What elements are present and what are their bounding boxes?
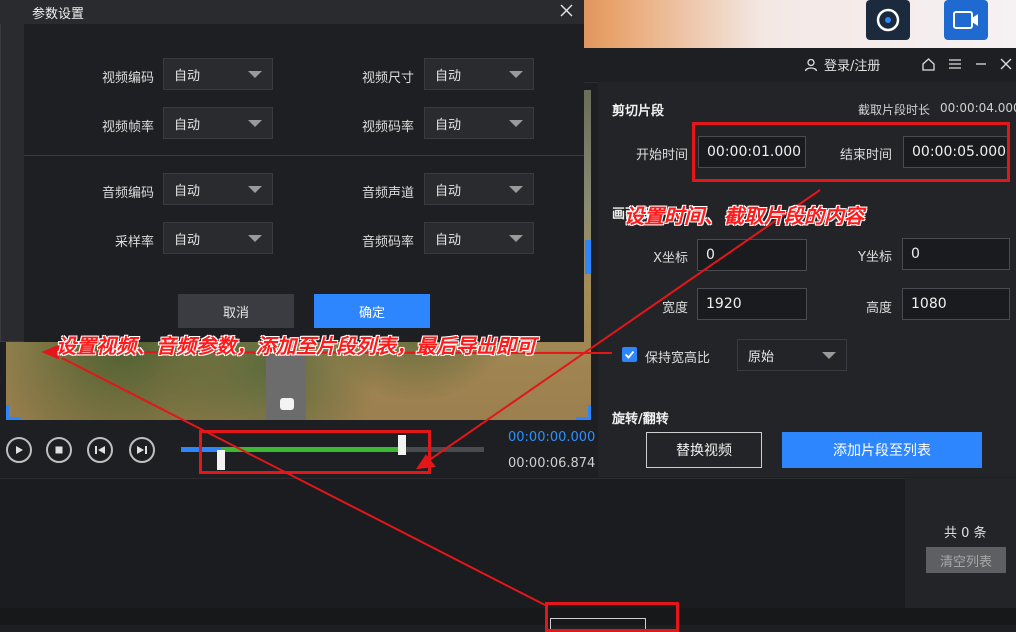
annotation-arrow [61, 357, 546, 606]
annotation-params-note: 设置视频、音频参数，添加至片段列表，最后导出即可 [56, 334, 536, 358]
annotation-arrows [41, 189, 821, 606]
annotation-arrow [424, 189, 821, 464]
annotation-box-export [545, 602, 679, 632]
annotation-time-note: 设置时间、截取片段的内容 [624, 204, 864, 228]
annotation-box-timeline [199, 430, 431, 474]
annotation-box-times [692, 122, 1010, 182]
